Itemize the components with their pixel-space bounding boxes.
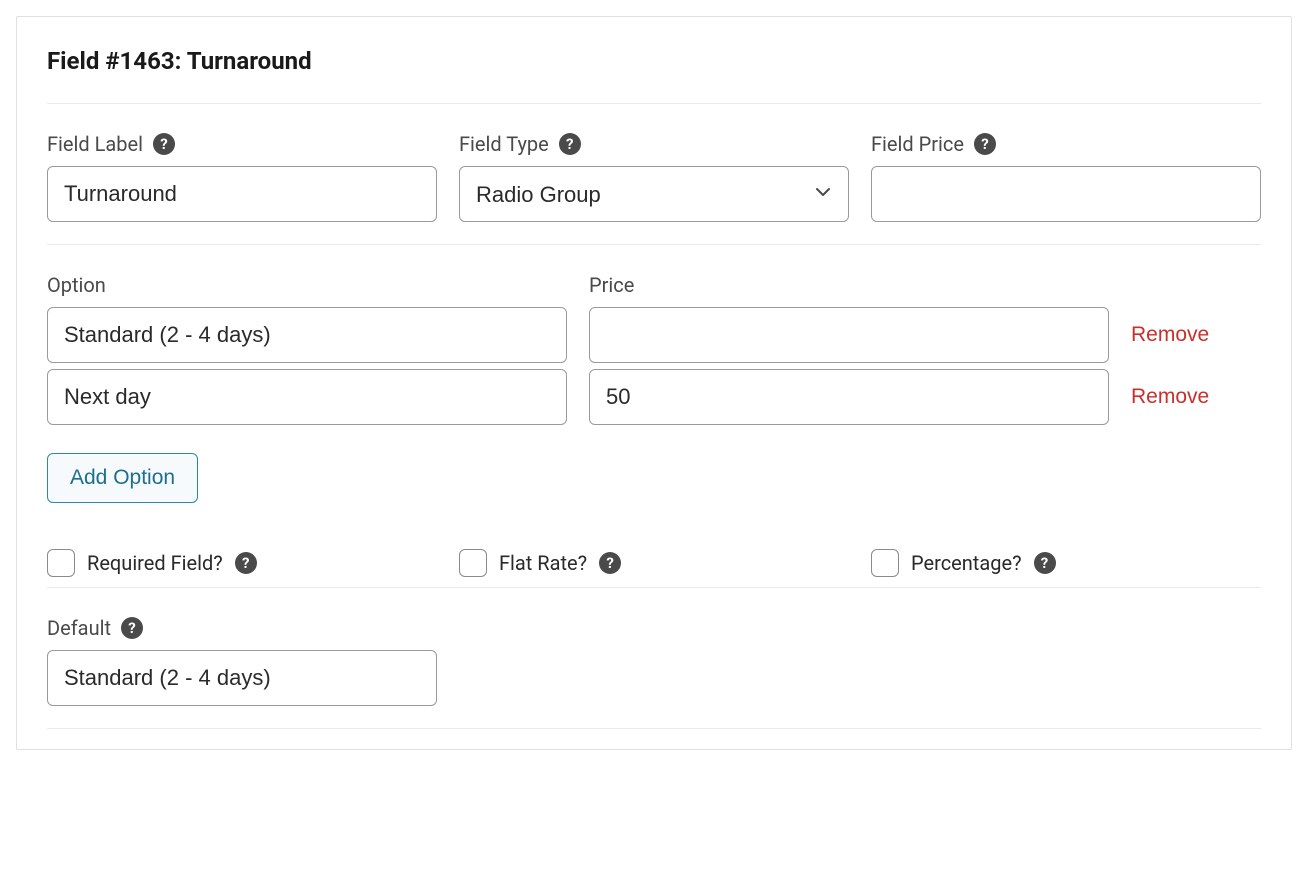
panel-title: Field #1463: Turnaround [47,47,1261,75]
default-section: Default ? [47,616,1261,706]
option-name-input[interactable] [47,307,567,363]
option-price-input[interactable] [589,307,1109,363]
price-header: Price [589,273,634,297]
divider [47,244,1261,245]
option-row: Remove [47,369,1261,425]
option-price-input[interactable] [589,369,1109,425]
flat-rate-label: Flat Rate? [499,551,587,575]
default-label: Default [47,616,111,640]
option-name-input[interactable] [47,369,567,425]
required-label: Required Field? [87,551,223,575]
field-meta-row: Field Label ? Field Type ? Radio Group F [47,132,1261,222]
help-icon[interactable]: ? [153,133,175,155]
required-checkbox[interactable] [47,549,75,577]
help-icon[interactable]: ? [974,133,996,155]
required-field-group: Required Field? ? [47,549,437,577]
divider [47,728,1261,729]
checkbox-row: Required Field? ? Flat Rate? ? Percentag… [47,549,1261,577]
option-header: Option [47,273,106,297]
help-icon[interactable]: ? [599,552,621,574]
help-icon[interactable]: ? [1034,552,1056,574]
field-label-input[interactable] [47,166,437,222]
help-icon[interactable]: ? [121,617,143,639]
field-label-text: Field Label [47,132,143,156]
divider [47,587,1261,588]
field-label-col: Field Label ? [47,132,437,222]
field-editor-panel: Field #1463: Turnaround Field Label ? Fi… [16,16,1292,750]
help-icon[interactable]: ? [235,552,257,574]
field-type-col: Field Type ? Radio Group [459,132,849,222]
default-input[interactable] [47,650,437,706]
field-type-text: Field Type [459,132,549,156]
option-row: Remove [47,307,1261,363]
field-price-col: Field Price ? [871,132,1261,222]
field-price-input[interactable] [871,166,1261,222]
help-icon[interactable]: ? [559,133,581,155]
percentage-label: Percentage? [911,551,1022,575]
flat-rate-checkbox[interactable] [459,549,487,577]
divider [47,103,1261,104]
remove-option-button[interactable]: Remove [1131,323,1209,347]
options-section: Option Price Remove [47,273,1261,503]
percentage-group: Percentage? ? [871,549,1261,577]
remove-option-button[interactable]: Remove [1131,385,1209,409]
flat-rate-group: Flat Rate? ? [459,549,849,577]
field-type-select[interactable]: Radio Group [459,166,849,222]
percentage-checkbox[interactable] [871,549,899,577]
add-option-button[interactable]: Add Option [47,453,198,503]
field-price-text: Field Price [871,132,964,156]
